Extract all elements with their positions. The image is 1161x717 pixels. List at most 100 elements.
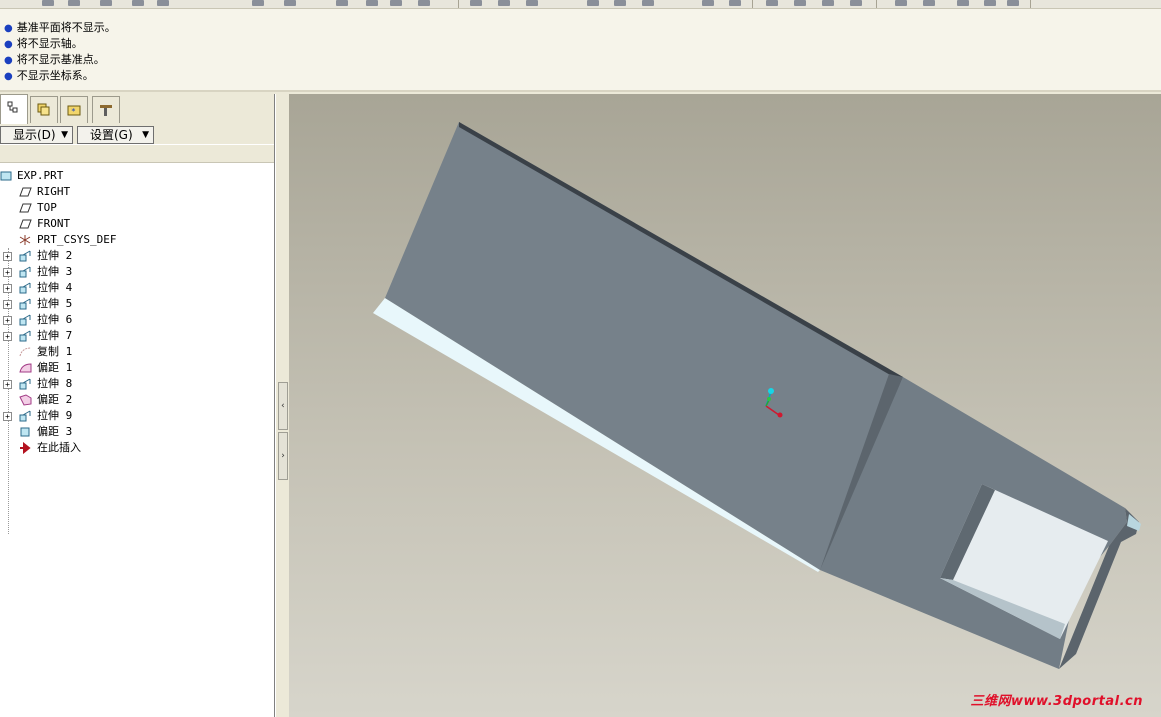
layers-tab[interactable] (30, 96, 58, 123)
toolbar-button[interactable] (700, 0, 716, 7)
expand-plus-icon[interactable]: + (3, 332, 12, 341)
toolbar-button[interactable] (388, 0, 404, 7)
message-line: ● 基准平面将不显示。 (4, 20, 116, 36)
panel-splitter[interactable]: ‹ › (275, 94, 290, 717)
offset-icon (19, 394, 32, 406)
toolbar-button[interactable] (334, 0, 350, 7)
main-toolbar (0, 0, 1161, 9)
toolbar-button[interactable] (921, 0, 937, 7)
expand-right-icon[interactable]: › (278, 432, 288, 480)
tree-item-top[interactable]: TOP (0, 200, 270, 216)
navigator-button-row: 显示(D) ▼ 设置(G) ▼ (0, 124, 274, 144)
navigator-band (0, 145, 274, 163)
expand-plus-icon[interactable]: + (3, 316, 12, 325)
tree-item-copy-1[interactable]: 复制 1 (0, 344, 270, 360)
toolbar-button[interactable] (98, 0, 114, 7)
extrude-icon (19, 314, 31, 326)
tree-item-extrude-4[interactable]: + 拉伸 4 (0, 280, 270, 296)
extrude-icon (19, 410, 31, 422)
model-view (373, 122, 1141, 669)
expand-plus-icon[interactable]: + (3, 284, 12, 293)
extrude-icon (19, 298, 31, 310)
toolbar-separator (458, 0, 459, 8)
connections-tab[interactable] (92, 96, 120, 123)
tree-root[interactable]: EXP.PRT (0, 168, 270, 184)
toolbar-button[interactable] (364, 0, 380, 7)
toolbar-button[interactable] (585, 0, 601, 7)
toolbar-button[interactable] (496, 0, 512, 7)
svg-text:*: * (71, 107, 76, 116)
expand-plus-icon[interactable]: + (3, 252, 12, 261)
toolbar-button[interactable] (982, 0, 998, 7)
message-line: ● 将不显示基准点。 (4, 52, 105, 68)
settings-dropdown[interactable]: 设置(G) ▼ (77, 126, 154, 144)
tree-item-label: 拉伸 7 (37, 329, 73, 342)
toolbar-button[interactable] (40, 0, 56, 7)
tree-item-extrude-8[interactable]: + 拉伸 8 (0, 376, 270, 392)
expand-plus-icon[interactable]: + (3, 412, 12, 421)
extrude-icon (19, 250, 31, 262)
settings-dropdown-label: 设置(G) (90, 128, 133, 142)
tree-item-extrude-6[interactable]: + 拉伸 6 (0, 312, 270, 328)
tree-item-extrude-2[interactable]: + 拉伸 2 (0, 248, 270, 264)
toolbar-button[interactable] (893, 0, 909, 7)
expand-plus-icon[interactable]: + (3, 268, 12, 277)
dropdown-arrow-icon: ▼ (142, 130, 149, 140)
toolbar-button[interactable] (155, 0, 171, 7)
extrude-icon (19, 266, 31, 278)
expand-plus-icon[interactable]: + (3, 380, 12, 389)
toolbar-button[interactable] (955, 0, 971, 7)
message-text: 基准平面将不显示。 (16, 21, 116, 34)
message-text: 将不显示轴。 (16, 37, 83, 50)
watermark-text: 三维网www.3dportal.cn (970, 694, 1143, 709)
insert-arrow-icon (20, 442, 31, 454)
show-dropdown[interactable]: 显示(D) ▼ (0, 126, 73, 144)
tree-item-extrude-3[interactable]: + 拉伸 3 (0, 264, 270, 280)
toolbar-button[interactable] (524, 0, 540, 7)
message-line: ● 将不显示轴。 (4, 36, 83, 52)
tree-root-label: EXP.PRT (17, 169, 64, 182)
tree-item-label: RIGHT (37, 185, 71, 198)
tree-item-extrude-7[interactable]: + 拉伸 7 (0, 328, 270, 344)
tree-item-insert-here[interactable]: 在此插入 (0, 440, 270, 456)
tree-item-extrude-9[interactable]: + 拉伸 9 (0, 408, 270, 424)
bullet-icon: ● (4, 55, 13, 66)
toolbar-button[interactable] (727, 0, 743, 7)
tree-item-label: 在此插入 (37, 441, 81, 454)
toolbar-button[interactable] (848, 0, 864, 7)
toolbar-button[interactable] (130, 0, 146, 7)
graphics-window[interactable]: 三维网www.3dportal.cn (289, 94, 1161, 717)
toolbar-button[interactable] (250, 0, 266, 7)
toolbar-button[interactable] (282, 0, 298, 7)
toolbar-button[interactable] (820, 0, 836, 7)
extrude-icon (19, 378, 31, 390)
datum-plane-icon (19, 203, 32, 213)
model-tree-tab[interactable] (0, 94, 28, 124)
toolbar-button[interactable] (640, 0, 656, 7)
toolbar-separator (1030, 0, 1031, 8)
tree-item-label: 拉伸 2 (37, 249, 73, 262)
toolbar-button[interactable] (764, 0, 780, 7)
tree-item-front[interactable]: FRONT (0, 216, 270, 232)
toolbar-button[interactable] (792, 0, 808, 7)
tree-item-offset-3[interactable]: 偏距 3 (0, 424, 270, 440)
collapse-left-icon[interactable]: ‹ (278, 382, 288, 430)
tree-item-right[interactable]: RIGHT (0, 184, 270, 200)
tree-item-offset-2[interactable]: 偏距 2 (0, 392, 270, 408)
folder-icon (37, 103, 50, 116)
tree-item-label: 复制 1 (37, 345, 73, 358)
toolbar-button[interactable] (468, 0, 484, 7)
tree-item-offset-1[interactable]: 偏距 1 (0, 360, 270, 376)
bullet-icon: ● (4, 39, 13, 50)
tree-item-extrude-5[interactable]: + 拉伸 5 (0, 296, 270, 312)
toolbar-separator (876, 0, 877, 8)
toolbar-button[interactable] (416, 0, 432, 7)
favorites-tab[interactable]: * (60, 96, 88, 123)
toolbar-button[interactable] (66, 0, 82, 7)
tree-icon (7, 101, 18, 113)
expand-plus-icon[interactable]: + (3, 300, 12, 309)
navigator-tabs: * (0, 94, 274, 124)
tree-item-csys[interactable]: PRT_CSYS_DEF (0, 232, 270, 248)
toolbar-button[interactable] (612, 0, 628, 7)
toolbar-button[interactable] (1005, 0, 1021, 7)
